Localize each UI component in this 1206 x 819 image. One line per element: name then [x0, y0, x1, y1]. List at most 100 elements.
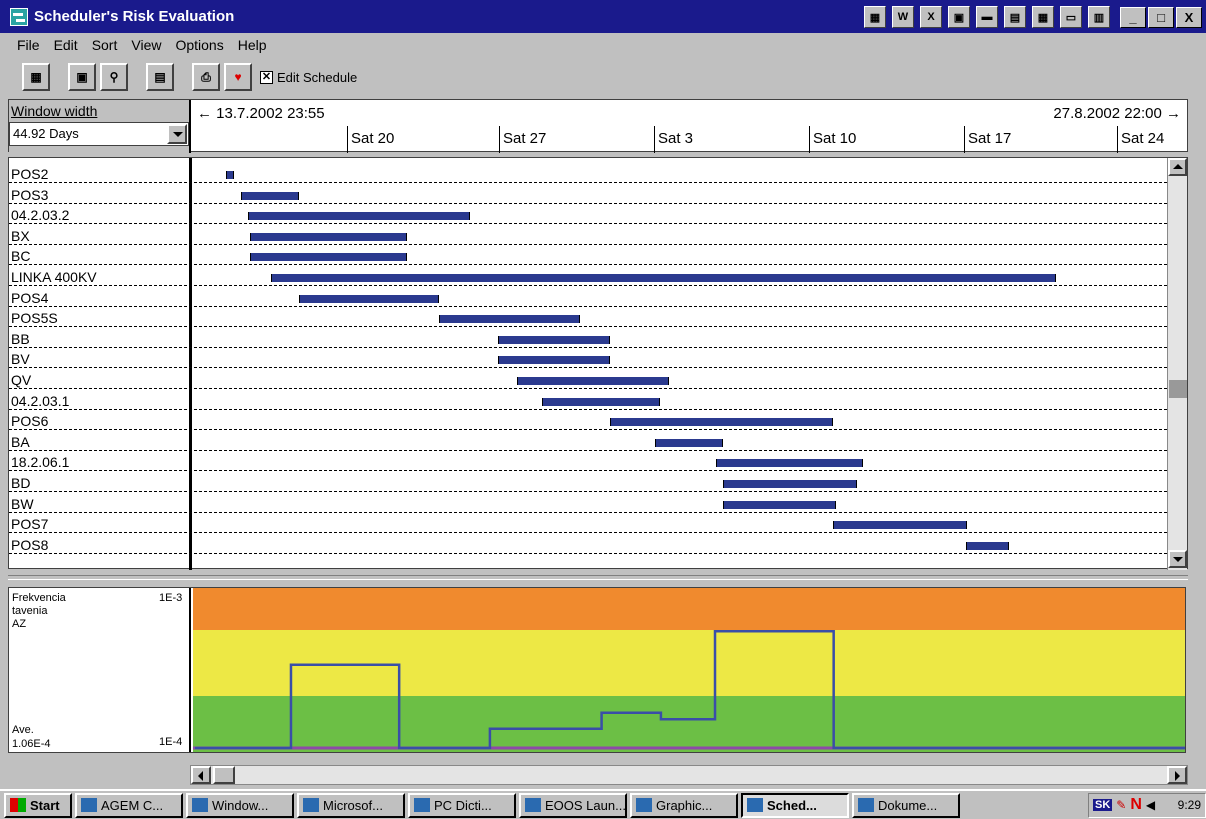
- task-label[interactable]: BV: [11, 351, 30, 367]
- task-label[interactable]: BD: [11, 475, 30, 491]
- row-separator: [9, 491, 1177, 492]
- task-bar[interactable]: [438, 315, 580, 324]
- task-label[interactable]: BC: [11, 248, 30, 264]
- task-label[interactable]: BX: [11, 228, 30, 244]
- task-bar[interactable]: [271, 274, 1057, 282]
- task-bar[interactable]: [250, 232, 408, 241]
- scroll-right-button[interactable]: [1167, 766, 1187, 784]
- task-bar[interactable]: [517, 377, 669, 385]
- task-bar[interactable]: [716, 459, 863, 468]
- speaker-icon[interactable]: ◀: [1146, 798, 1155, 812]
- network-icon: ✎: [1116, 798, 1127, 812]
- taskbar-item[interactable]: Sched...: [741, 792, 849, 818]
- taskbar-item[interactable]: Window...: [186, 792, 294, 818]
- calendar-icon[interactable]: ▤: [1004, 6, 1026, 28]
- save-icon[interactable]: ▦: [1032, 6, 1054, 28]
- task-bar[interactable]: [609, 418, 833, 427]
- print-button[interactable]: ⎙: [192, 63, 220, 91]
- taskbar-item[interactable]: Dokume...: [852, 792, 960, 818]
- task-label[interactable]: POS3: [11, 187, 48, 203]
- chart-icon[interactable]: ▥: [1088, 6, 1110, 28]
- task-label[interactable]: QV: [11, 372, 31, 388]
- scroll-thumb[interactable]: [213, 766, 235, 784]
- scroll-up-button[interactable]: [1168, 158, 1187, 176]
- row-separator: [9, 326, 1177, 328]
- task-label[interactable]: BW: [11, 496, 34, 512]
- edit-schedule-checkbox[interactable]: ✕: [260, 70, 273, 84]
- task-bar[interactable]: [497, 335, 610, 344]
- task-bar[interactable]: [723, 480, 858, 488]
- date-tick: Sat 20: [347, 126, 394, 153]
- taskbar-item[interactable]: AGEM C...: [75, 792, 183, 818]
- task-bar[interactable]: [832, 521, 968, 530]
- minimize-button[interactable]: _: [1120, 7, 1146, 28]
- task-label[interactable]: 18.2.06.1: [11, 454, 69, 470]
- maximize-button[interactable]: □: [1148, 7, 1174, 28]
- task-bar[interactable]: [241, 191, 299, 200]
- task-label[interactable]: LINKA 400KV: [11, 269, 97, 285]
- grid-icon[interactable]: ▦: [864, 6, 886, 28]
- taskbar-item[interactable]: PC Dicti...: [408, 792, 516, 818]
- window-width-select[interactable]: 44.92 Days: [9, 122, 189, 146]
- value-button[interactable]: ▣: [68, 63, 96, 91]
- risk-zone-medium: [193, 630, 1185, 696]
- monitor-icon[interactable]: ▬: [976, 6, 998, 28]
- menu-help[interactable]: Help: [231, 35, 274, 57]
- task-bar[interactable]: [654, 438, 723, 447]
- taskbar-item[interactable]: Microsof...: [297, 792, 405, 818]
- word-icon[interactable]: W: [892, 6, 914, 28]
- keyboard-icon[interactable]: ▭: [1060, 6, 1082, 28]
- task-label[interactable]: POS2: [11, 166, 48, 182]
- vertical-scrollbar[interactable]: [1167, 158, 1187, 570]
- date-tick: Sat 10: [809, 126, 856, 153]
- task-label[interactable]: BA: [11, 434, 30, 450]
- task-label[interactable]: POS6: [11, 413, 48, 429]
- task-label[interactable]: POS7: [11, 516, 48, 532]
- excel-icon[interactable]: X: [920, 6, 942, 28]
- title-bar: Scheduler's Risk Evaluation ▦ W X ▣ ▬ ▤ ▦ ▭ ▥ _ …: [0, 0, 1206, 33]
- scroll-thumb[interactable]: [1169, 380, 1187, 398]
- app-icon: [636, 798, 652, 812]
- menu-edit[interactable]: Edit: [47, 35, 85, 57]
- edit-schedule-toggle[interactable]: ✕ Edit Schedule: [260, 70, 357, 85]
- menu-view[interactable]: View: [124, 35, 168, 57]
- task-bar[interactable]: [965, 541, 1010, 550]
- menu-sort[interactable]: Sort: [85, 35, 125, 57]
- taskbar-item[interactable]: Graphic...: [630, 792, 738, 818]
- task-label[interactable]: 04.2.03.1: [11, 393, 69, 409]
- task-bar[interactable]: [298, 294, 439, 303]
- taskbar-item[interactable]: EOOS Laun...: [519, 792, 627, 818]
- start-button[interactable]: Start: [4, 792, 72, 818]
- task-bar[interactable]: [250, 253, 408, 262]
- timeline-header: Window width 44.92 Days ← 13.7.2002 23:5…: [8, 99, 1188, 153]
- task-bar[interactable]: [225, 171, 235, 179]
- task-label[interactable]: POS8: [11, 537, 48, 553]
- pane-splitter[interactable]: [8, 575, 1188, 580]
- printer-icon: ⎙: [201, 69, 211, 84]
- task-label[interactable]: BB: [11, 331, 30, 347]
- scroll-down-button[interactable]: [1168, 550, 1187, 568]
- risk-button[interactable]: ♥: [224, 63, 252, 91]
- language-indicator[interactable]: SK: [1093, 799, 1113, 811]
- chevron-down-icon[interactable]: [167, 124, 187, 144]
- task-label[interactable]: POS4: [11, 290, 48, 306]
- menu-options[interactable]: Options: [168, 35, 230, 57]
- powerpoint-icon[interactable]: ▣: [948, 6, 970, 28]
- norton-icon[interactable]: N: [1130, 796, 1142, 814]
- export-button[interactable]: ▦: [22, 63, 50, 91]
- task-bar[interactable]: [541, 397, 661, 406]
- task-label[interactable]: POS5S: [11, 310, 58, 326]
- row-separator: [9, 223, 1177, 225]
- task-bar[interactable]: [723, 500, 837, 509]
- scroll-left-button[interactable]: [191, 766, 211, 784]
- close-button[interactable]: X: [1176, 7, 1202, 28]
- task-bar[interactable]: [248, 212, 470, 221]
- taskbar-item-label: EOOS Laun...: [545, 797, 626, 813]
- menu-file[interactable]: File: [10, 35, 47, 57]
- risk-label-line3: AZ: [12, 618, 27, 630]
- find-button[interactable]: ⚲: [100, 63, 128, 91]
- horizontal-scrollbar[interactable]: [190, 765, 1188, 785]
- calculator-button[interactable]: ▤: [146, 63, 174, 91]
- task-bar[interactable]: [497, 356, 610, 365]
- task-label[interactable]: 04.2.03.2: [11, 207, 69, 223]
